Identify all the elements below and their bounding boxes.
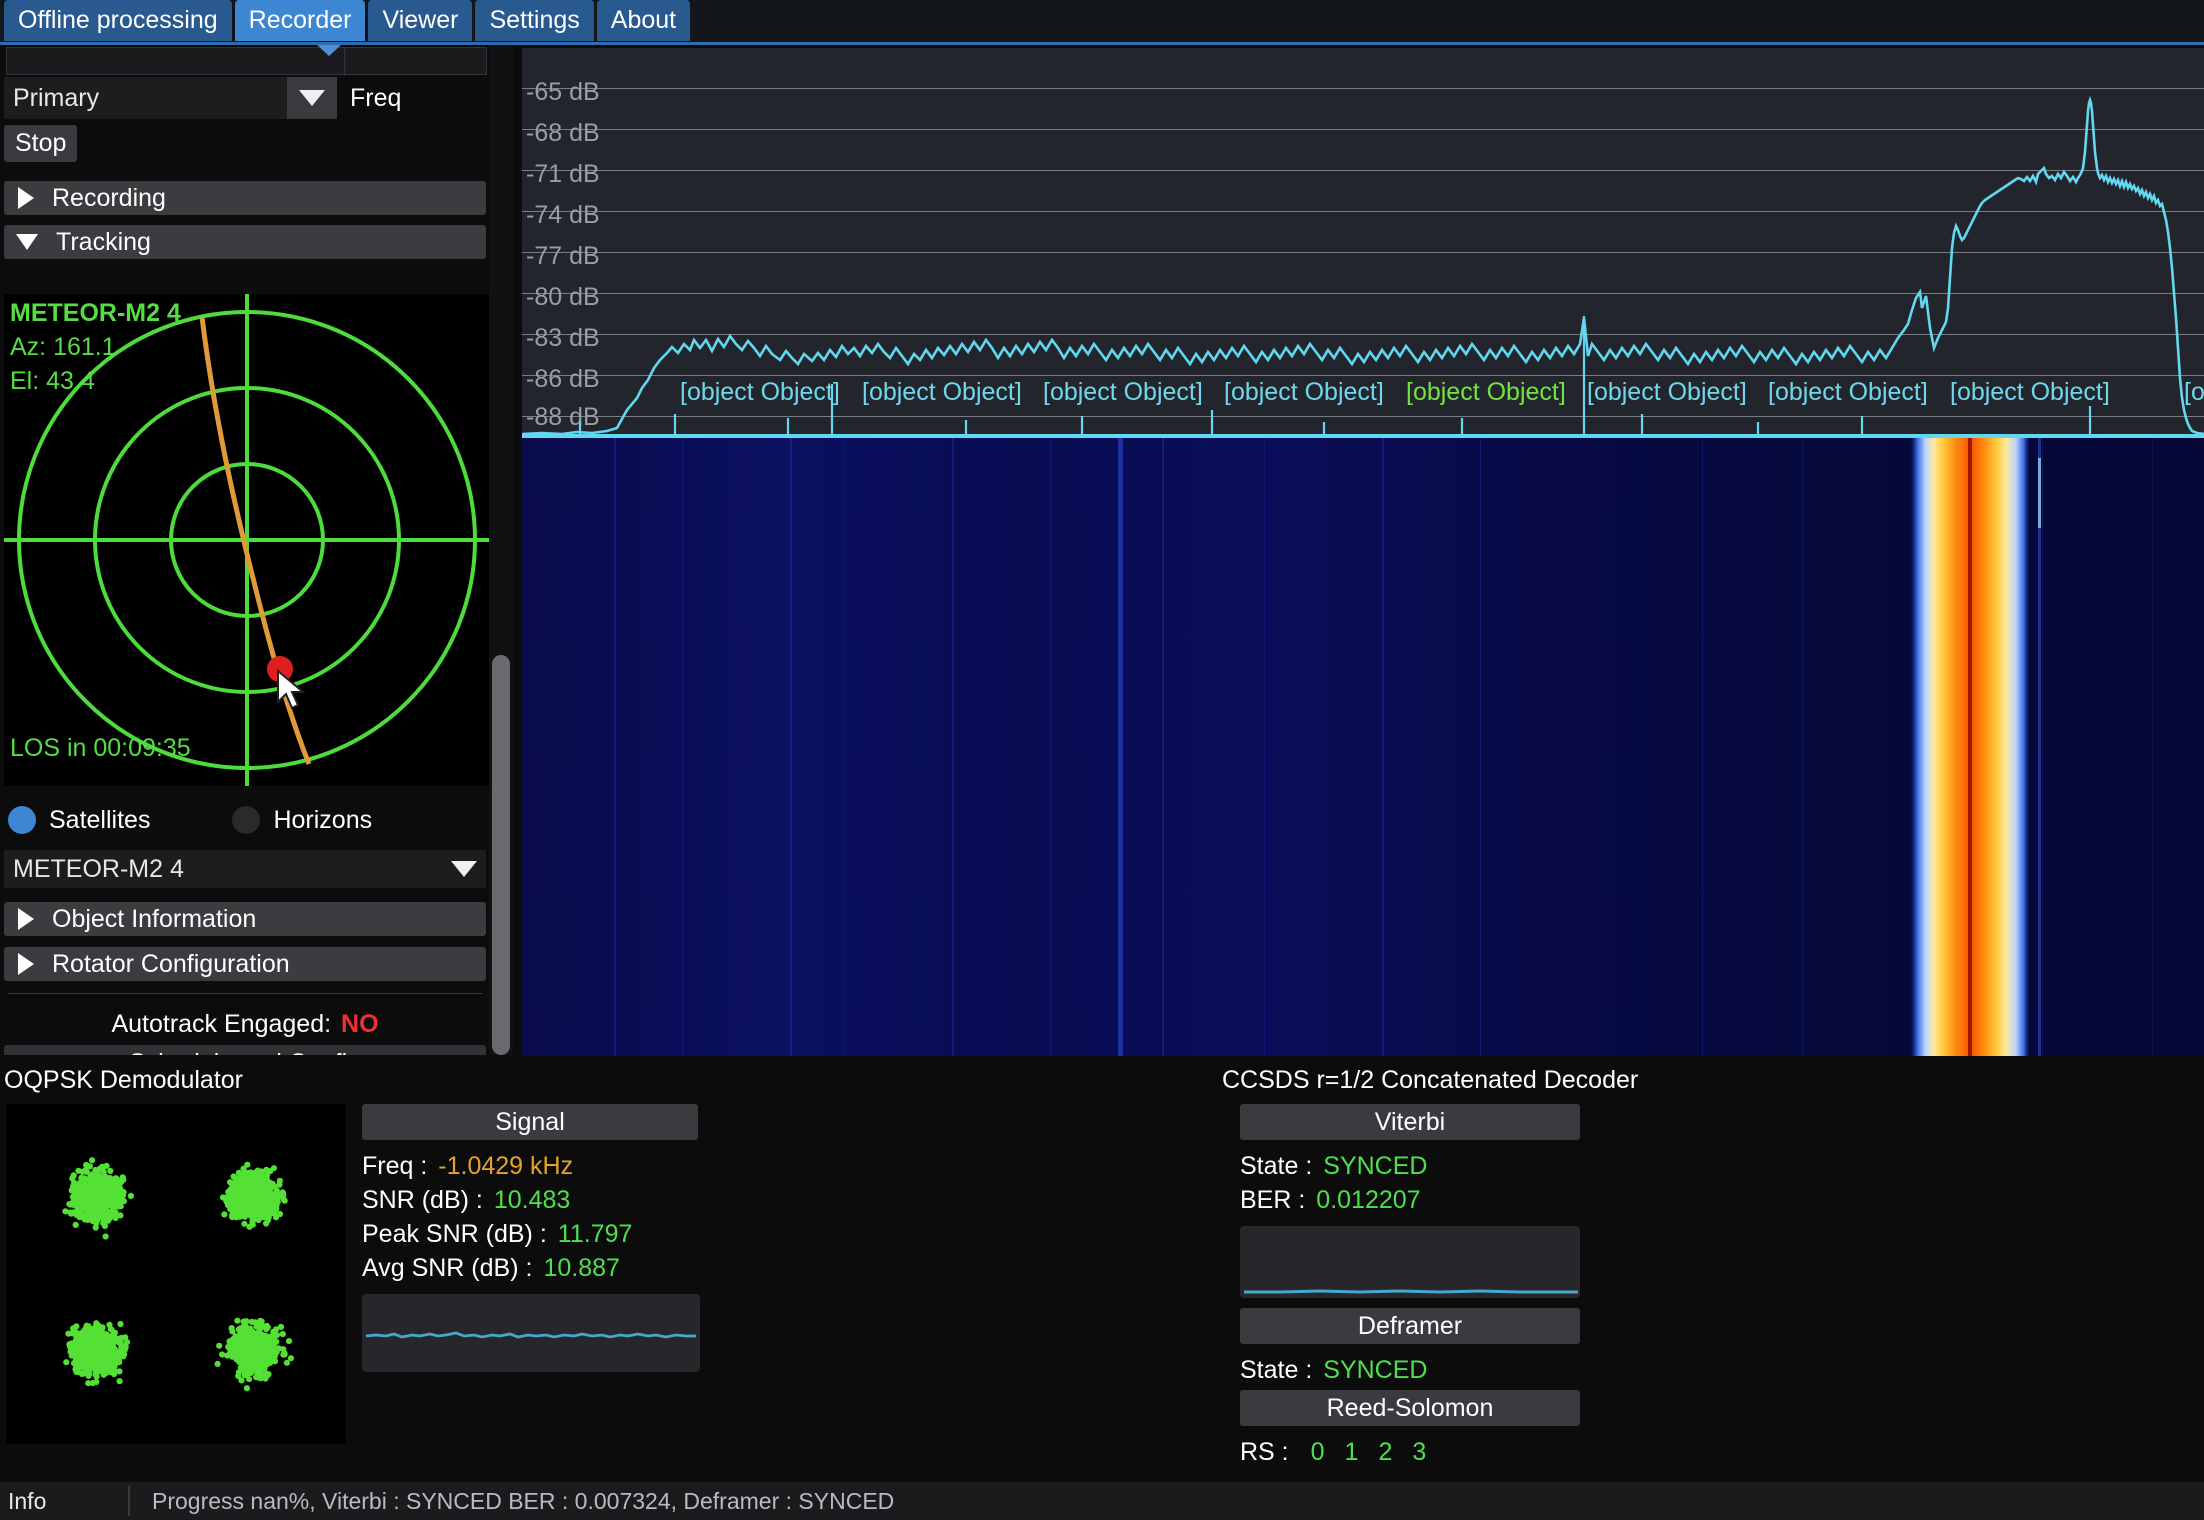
demod-stat-avg-snr-key: Avg SNR (dB) : [362,1254,533,1282]
autotrack-label: Autotrack Engaged: [111,1009,332,1038]
waterfall-canvas [522,438,2204,1056]
fft-trace [522,95,2204,438]
chevron-right-icon [18,908,34,930]
chevron-down-icon [16,234,38,250]
rs-value-2: 2 [1378,1438,1393,1466]
source-dropdown-value: Primary [13,83,100,112]
viterbi-ber: BER : 0.012207 [1240,1186,1421,1215]
demod-stat-peak-snr-key: Peak SNR (dB) : [362,1220,547,1248]
source-row: Primary Freq [4,77,514,119]
fft-spectrum-plot[interactable]: -65 dB -68 dB -71 dB -74 dB -77 dB -80 d… [522,48,2204,438]
rs-key: RS : [1240,1438,1289,1466]
rs-value-1: 1 [1344,1438,1359,1466]
demod-stat-freq-key: Freq : [362,1152,428,1180]
tab-recorder[interactable]: Recorder [234,0,366,41]
chevron-down-icon [451,861,477,877]
ber-scope-plot [1240,1226,1580,1298]
chevron-down-icon [315,45,343,56]
rs-value-3: 3 [1412,1438,1427,1466]
demod-stat-snr: SNR (dB) : 10.483 [362,1186,570,1215]
snr-scope-plot [362,1294,700,1372]
sidebar-scrollbar-thumb[interactable] [492,655,510,1055]
section-rotator-configuration-label: Rotator Configuration [52,949,290,978]
deframer-state-key: State : [1240,1356,1313,1384]
satellite-select[interactable]: METEOR-M2 4 [4,850,486,888]
viterbi-state-value: SYNCED [1323,1152,1428,1180]
satdump-recorder-window: Offline processing Recorder Viewer Setti… [0,0,2204,1520]
bottom-panels: OQPSK Demodulator Signal Freq : -1.0429 … [0,1056,2204,1466]
combo-divider [344,48,345,76]
rs-value-0: 0 [1310,1438,1325,1466]
demodulator-title: OQPSK Demodulator [4,1066,243,1094]
demod-stat-freq: Freq : -1.0429 kHz [362,1152,573,1181]
ber-scope-svg [1244,1289,1578,1294]
section-tracking-label: Tracking [56,227,151,256]
satellite-select-value: METEOR-M2 4 [13,854,184,883]
reed-solomon-row: RS : 0 1 2 3 [1240,1438,1426,1467]
demod-stat-peak-snr: Peak SNR (dB) : 11.797 [362,1220,632,1249]
decoder-title: CCSDS r=1/2 Concatenated Decoder [1222,1066,1639,1094]
freq-label: Freq [350,83,402,112]
radio-satellites[interactable] [8,806,36,834]
deframer-state-value: SYNCED [1323,1356,1428,1384]
viterbi-header-button[interactable]: Viterbi [1240,1104,1580,1140]
tracking-azimuth: Az: 161.1 [10,333,116,361]
source-dropdown[interactable]: Primary [4,77,337,119]
signal-header-button[interactable]: Signal [362,1104,698,1140]
viterbi-state-key: State : [1240,1152,1313,1180]
deframer-header-button[interactable]: Deframer [1240,1308,1580,1344]
view-mode-radios: Satellites Horizons [8,800,508,840]
viterbi-ber-value: 0.012207 [1316,1186,1421,1214]
demod-stat-avg-snr-value: 10.887 [543,1254,620,1282]
chevron-right-icon [18,187,34,209]
tab-offline-processing[interactable]: Offline processing [4,0,232,41]
tracking-polar-plot[interactable]: METEOR-M2 4 Az: 161.1 El: 43.4 LOS in 00… [4,294,490,786]
source-dropdown-caret[interactable] [287,77,337,119]
status-info-label: Info [8,1487,47,1514]
section-object-information[interactable]: Object Information [4,902,486,936]
demod-stat-freq-value: -1.0429 kHz [438,1152,574,1180]
stop-button[interactable]: Stop [4,125,78,162]
autotrack-value: NO [341,1009,379,1038]
tracking-satellite-name: METEOR-M2 4 [10,299,181,327]
section-rotator-configuration[interactable]: Rotator Configuration [4,947,486,981]
tab-viewer[interactable]: Viewer [368,0,473,41]
tracking-elevation: El: 43.4 [10,367,95,395]
radio-satellites-label: Satellites [49,805,151,834]
viterbi-ber-key: BER : [1240,1186,1306,1214]
chevron-right-icon [18,953,34,975]
schedule-and-config-button[interactable]: Schedule and Config [4,1045,486,1055]
reed-solomon-header-button[interactable]: Reed-Solomon [1240,1390,1580,1426]
recorder-sidebar: Primary Freq Stop Recording Tracking MET… [0,45,520,1055]
constellation-diagram [6,1104,346,1444]
section-recording[interactable]: Recording [4,181,486,215]
status-bar: Info Progress nan%, Viterbi : SYNCED BER… [0,1482,2204,1520]
status-message: Progress nan%, Viterbi : SYNCED BER : 0.… [152,1487,895,1514]
radio-horizons-label: Horizons [273,805,373,834]
chevron-down-icon [299,90,325,106]
section-recording-label: Recording [52,183,166,212]
deframer-state: State : SYNCED [1240,1356,1427,1385]
tracking-los-countdown: LOS in 00:09:35 [10,734,191,762]
autotrack-status: Autotrack Engaged: NO [4,1007,486,1041]
source-combo-clipped[interactable] [6,45,487,76]
section-object-information-label: Object Information [52,904,257,933]
radio-horizons[interactable] [232,806,261,834]
demod-stat-snr-value: 10.483 [493,1186,571,1214]
constellation-svg [6,1104,346,1444]
viterbi-state: State : SYNCED [1240,1152,1427,1181]
satellite-select-caret[interactable] [442,850,486,888]
demod-stat-peak-snr-value: 11.797 [557,1220,633,1248]
main-tabbar: Offline processing Recorder Viewer Setti… [0,0,2204,45]
tab-about[interactable]: About [596,0,691,41]
tab-settings[interactable]: Settings [475,0,594,41]
demod-stat-avg-snr: Avg SNR (dB) : 10.887 [362,1254,620,1283]
demod-stat-snr-key: SNR (dB) : [362,1186,483,1214]
sidebar-divider [8,993,482,994]
waterfall-display[interactable] [522,438,2204,1056]
snr-scope-svg [365,1331,696,1339]
section-tracking[interactable]: Tracking [4,225,486,259]
